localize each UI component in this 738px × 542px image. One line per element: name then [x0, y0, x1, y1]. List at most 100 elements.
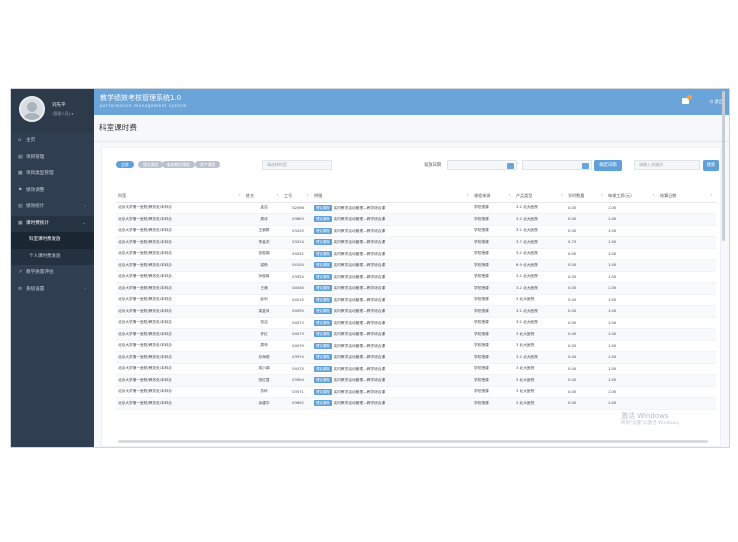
- sort-icon[interactable]: ⇕: [276, 193, 279, 197]
- column-header[interactable]: 课程来源 ⇕: [472, 191, 514, 203]
- confirm-date-button[interactable]: 确定日期: [594, 160, 622, 171]
- horizontal-scrollbar[interactable]: [118, 440, 708, 443]
- course-tag[interactable]: 理论课程: [314, 365, 332, 372]
- start-date-input[interactable]: [447, 160, 517, 170]
- search-button[interactable]: 搜索: [703, 160, 719, 171]
- sort-icon[interactable]: ⇕: [508, 193, 511, 197]
- course-tag[interactable]: 理论课程: [314, 388, 332, 395]
- sidebar-item-1[interactable]: ▤ 项目管理: [11, 150, 94, 167]
- detail-cell: 理论课程 实时教学活动管理—教学综合课: [312, 248, 472, 260]
- course-tag[interactable]: 理论课程: [314, 239, 332, 246]
- settle-date-cell: [658, 340, 716, 352]
- id-cell: 03693: [282, 213, 312, 226]
- hours-cell: 0.00: [566, 386, 606, 398]
- avatar[interactable]: [19, 96, 45, 122]
- column-header[interactable]: 明细 ⇕: [312, 191, 472, 203]
- table-row[interactable]: 北京大学第一医院/教务处/本科办 孙晓辉 03920 理论课程 实时教学活动管理—教学综…: [116, 271, 716, 283]
- column-header-label: 工号: [284, 193, 293, 199]
- table-row[interactable]: 北京大学第一医院/教务处/本科办 孙海丽 03974 理论课程 实时教学活动管理—教学综…: [116, 351, 716, 364]
- pay-cell: 1.00: [606, 213, 658, 226]
- course-tag[interactable]: 理论课程: [314, 262, 332, 269]
- table-row[interactable]: 北京大学第一医院/教务处/本科办 苏科 03571 理论课程 实时教学活动管理—教学综合…: [116, 386, 716, 398]
- course-tag[interactable]: 理论课程: [314, 331, 332, 338]
- column-header[interactable]: 工号 ⇕: [282, 191, 312, 203]
- department-search-input[interactable]: 请选择科室: [262, 160, 332, 170]
- course-tag[interactable]: 理论课程: [314, 377, 332, 384]
- course-tag[interactable]: 理论课程: [314, 308, 332, 315]
- course-tag[interactable]: 理论课程: [314, 342, 332, 349]
- sidebar-item-2[interactable]: ▦ 项目类型管理: [11, 166, 94, 183]
- source-cell: 学校授课: [472, 248, 514, 260]
- sort-icon[interactable]: ⇕: [466, 193, 469, 197]
- name-cell: 王通: [244, 282, 282, 295]
- source-cell: 学校授课: [472, 317, 514, 329]
- column-header-label: 学时数量: [568, 193, 585, 199]
- sidebar-item-5[interactable]: ▦ 课时费统计 ⌄: [11, 215, 94, 232]
- column-header[interactable]: 科室 ⇕: [116, 191, 244, 203]
- column-header[interactable]: 姓名 ⇕: [244, 191, 282, 203]
- end-date-input[interactable]: [522, 160, 592, 170]
- sort-icon[interactable]: ⇕: [306, 193, 309, 197]
- course-tag[interactable]: 理论课程: [314, 204, 332, 211]
- table-row[interactable]: 北京大学第一医院/教务处/本科办 余建华 03692 理论课程 实时教学活动管理—教学综…: [116, 397, 716, 410]
- table-row[interactable]: 北京大学第一医院/教务处/本科办 孟洁 02098 理论课程 实时教学活动管理—教学综合…: [116, 202, 716, 214]
- user-role-dropdown[interactable]: (管理人员) ▾: [52, 111, 73, 117]
- table-row[interactable]: 北京大学第一医院/教务处/本科办 张惠娟 04042 理论课程 实时教学活动管理—教学综…: [116, 248, 716, 260]
- sidebar-item-0[interactable]: ⌂ 主页: [11, 133, 94, 150]
- pay-cell: 1.00: [606, 271, 658, 283]
- sort-icon[interactable]: ⇕: [710, 193, 713, 197]
- sort-icon[interactable]: ⇕: [560, 193, 563, 197]
- filter-theory[interactable]: 理论课程: [138, 161, 164, 168]
- table-row[interactable]: 北京大学第一医院/教务处/本科办 张红霞 03904 理论课程 实时教学活动管理—教学综…: [116, 374, 716, 387]
- table-row[interactable]: 北京大学第一医院/教务处/本科办 许红 04073 理论课程 实时教学活动管理—教学综合…: [116, 328, 716, 341]
- document-icon: ▤: [18, 154, 23, 160]
- sidebar-item-3[interactable]: ⚑ 绩效调整: [11, 183, 94, 200]
- logout-button[interactable]: ⏻ 退出: [710, 99, 723, 105]
- sidebar-item-4[interactable]: ▥ 绩效统计 ›: [11, 199, 94, 216]
- sort-icon[interactable]: ⇕: [652, 193, 655, 197]
- calendar-icon[interactable]: [507, 163, 514, 169]
- calendar-icon[interactable]: [582, 163, 589, 169]
- course-tag[interactable]: 理论课程: [314, 354, 332, 361]
- id-cell: 04040: [282, 282, 312, 295]
- app-title: 教学绩效考核管理系统1.0: [100, 94, 182, 102]
- table-row[interactable]: 北京大学第一医院/教务处/本科办 李金花 03514 理论课程 实时教学活动管理—教学综…: [116, 236, 716, 249]
- table-row[interactable]: 北京大学第一医院/教务处/本科办 梁金凤 04095 理论课程 实时教学活动管理—教学综…: [116, 305, 716, 318]
- course-tag[interactable]: 理论课程: [314, 285, 332, 292]
- table-row[interactable]: 北京大学第一医院/教务处/本科办 梁杨 04104 理论课程 实时教学活动管理—教学综合…: [116, 259, 716, 272]
- filter-other[interactable]: 其产课程: [195, 161, 221, 168]
- table-row[interactable]: 北京大学第一医院/教务处/本科办 张洁 04073 理论课程 实时教学活动管理—教学综合…: [116, 317, 716, 329]
- course-tag[interactable]: 理论课程: [314, 319, 332, 326]
- table-row[interactable]: 北京大学第一医院/教务处/本科办 成小娟 04075 理论课程 实时教学活动管理—教学综…: [116, 363, 716, 375]
- sidebar-item-8[interactable]: ↗ 教学质量评估: [11, 265, 94, 282]
- filter-all[interactable]: 全部: [116, 161, 134, 168]
- filter-clinical[interactable]: 临床教学课程: [162, 161, 195, 168]
- settle-date-cell: [658, 363, 716, 375]
- sidebar-item-7[interactable]: 个人课时费发放: [11, 248, 94, 265]
- column-header[interactable]: 每课工资(元) ⇕: [606, 191, 658, 203]
- table-row[interactable]: 北京大学第一医院/教务处/本科办 王钢群 03225 理论课程 实时教学活动管理—教学综…: [116, 225, 716, 237]
- table-row[interactable]: 北京大学第一医院/教务处/本科办 周萍 04079 理论课程 实时教学活动管理—教学综合…: [116, 340, 716, 352]
- course-tag[interactable]: 理论课程: [314, 400, 332, 407]
- vertical-scrollbar[interactable]: [722, 91, 725, 241]
- course-tag[interactable]: 理论课程: [314, 250, 332, 257]
- course-tag[interactable]: 理论课程: [314, 227, 332, 234]
- table-row[interactable]: 北京大学第一医院/教务处/本科办 赵利 04015 理论课程 实时教学活动管理—教学综合…: [116, 294, 716, 306]
- course-tag[interactable]: 理论课程: [314, 273, 332, 280]
- course-tag[interactable]: 理论课程: [314, 216, 332, 223]
- sidebar-item-6[interactable]: 科室课时费发放: [11, 232, 94, 249]
- sidebar-item-9[interactable]: ⚙ 系统设置 ›: [11, 282, 94, 299]
- table-row[interactable]: 北京大学第一医院/教务处/本科办 周诗 03693 理论课程 实时教学活动管理—教学综合…: [116, 213, 716, 226]
- settle-date-cell: [658, 351, 716, 364]
- sort-icon[interactable]: ⇕: [238, 193, 241, 197]
- column-header[interactable]: 产品类型 ⇕: [514, 191, 566, 203]
- type-cell: 6.9 北大医院: [514, 259, 566, 272]
- type-cell: 3.2 北大医院: [514, 282, 566, 295]
- column-header[interactable]: 学时数量 ⇕: [566, 191, 606, 203]
- table-row[interactable]: 北京大学第一医院/教务处/本科办 王通 04040 理论课程 实时教学活动管理—教学综合…: [116, 282, 716, 295]
- detail-cell: 理论课程 实时教学活动管理—教学综合课: [312, 351, 472, 364]
- course-tag[interactable]: 理论课程: [314, 296, 332, 303]
- sort-icon[interactable]: ⇕: [600, 193, 603, 197]
- column-header[interactable]: 结算日期 ⇕: [658, 191, 716, 203]
- keyword-search-input[interactable]: 请输入关键词: [634, 160, 700, 170]
